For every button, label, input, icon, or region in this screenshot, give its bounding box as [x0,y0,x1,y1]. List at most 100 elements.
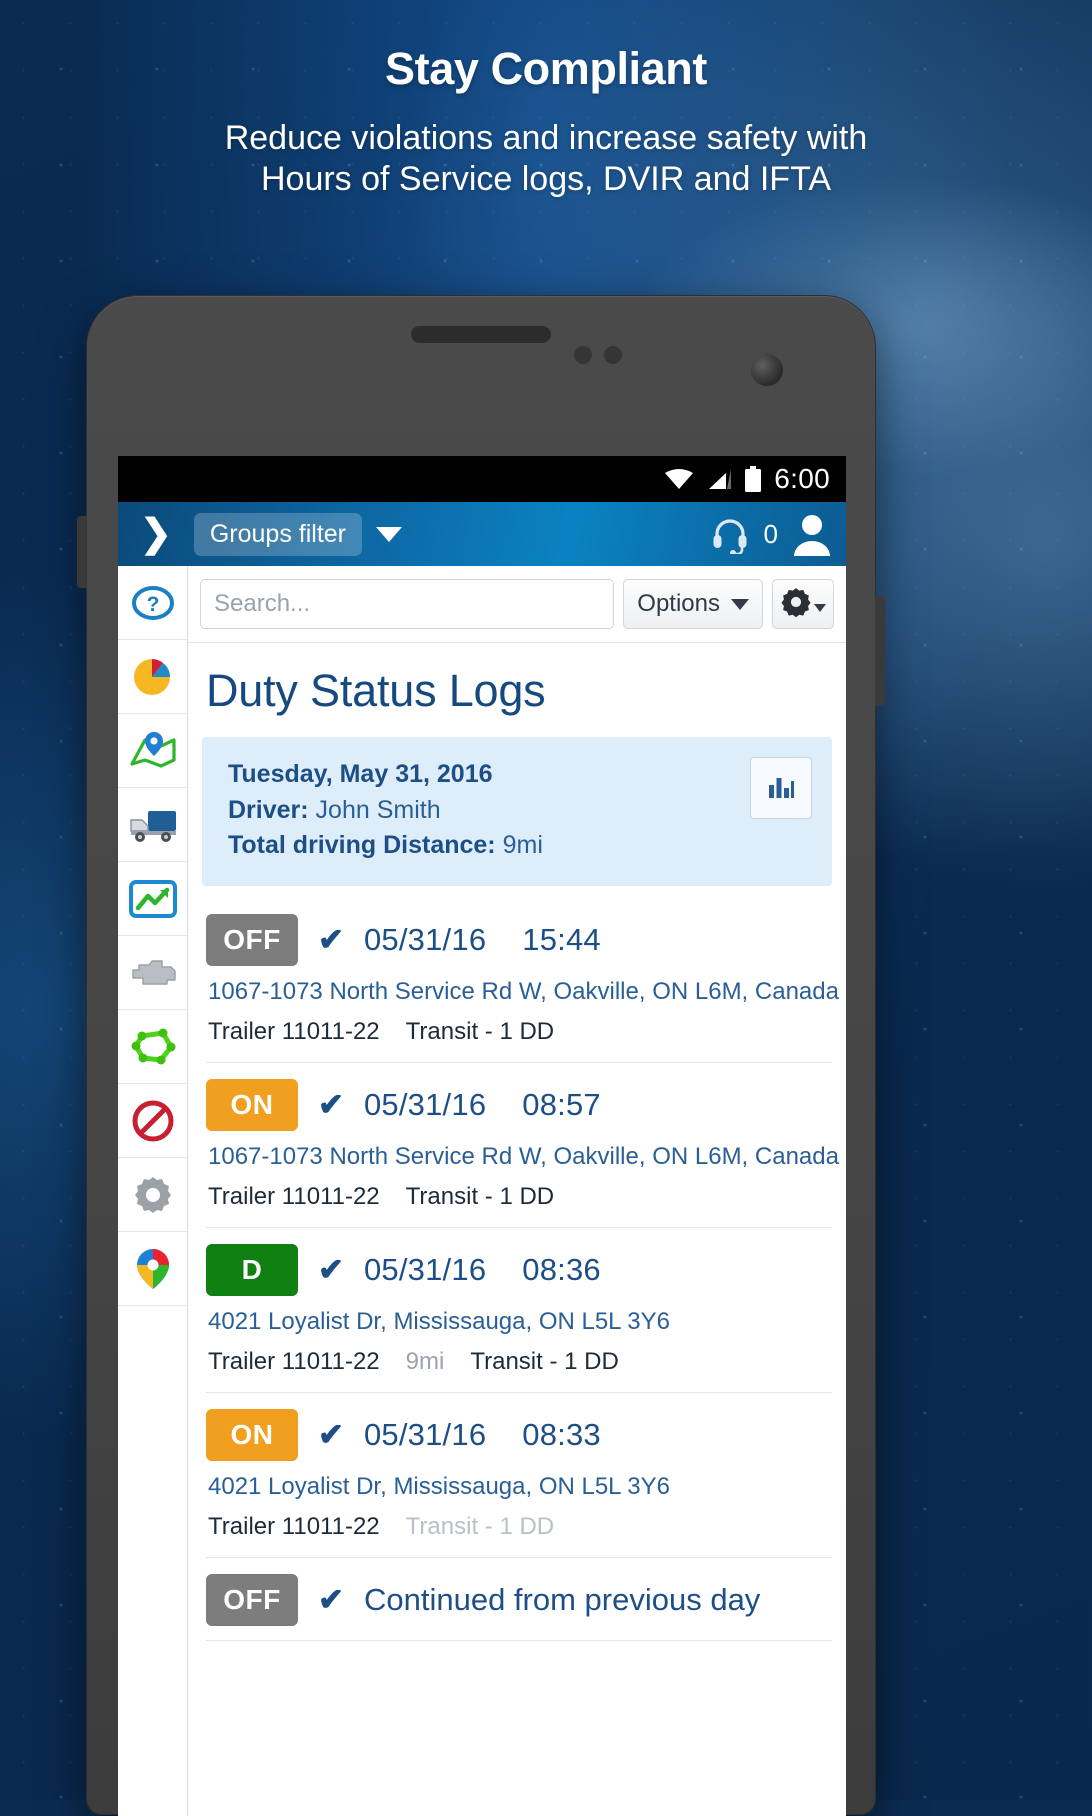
sidebar-item-map[interactable] [118,714,187,788]
log-time: 08:57 [522,1086,601,1122]
phone-screen: 6:00 ❯ Groups filter 0 ? Search... Optio… [118,456,846,1816]
headset-icon[interactable] [710,514,750,556]
log-row[interactable]: OFF ✔ 05/31/16 15:44 1067-1073 North Service… [206,898,839,1063]
log-distance: 9mi [405,1347,445,1375]
engine-icon [129,958,177,988]
sidebar-nav: ? [118,566,188,1816]
log-meta: Trailer 11011-22 Transit - 1 DD [206,1006,832,1048]
sidebar-item-vehicles[interactable] [118,788,187,862]
svg-text:?: ? [146,593,159,616]
phone-front-camera-icon [751,354,783,386]
log-time: 15:44 [522,921,601,957]
log-row-header: ON ✔ 05/31/16 08:33 [206,1408,832,1461]
log-address: 4021 Loyalist Dr, Mississauga, ON L5L 3Y… [208,1472,671,1500]
log-row-header: D ✔ 05/31/16 08:36 [206,1243,832,1296]
app-header-bar: ❯ Groups filter 0 [118,502,846,566]
log-row[interactable]: OFF ✔ Continued from previous day [206,1558,832,1641]
sidebar-item-dashboard[interactable] [118,640,187,714]
wifi-icon [664,468,694,490]
status-badge: ON [206,1408,298,1461]
settings-menu-button[interactable] [772,579,834,629]
message-count: 0 [763,518,778,549]
phone-mockup: 6:00 ❯ Groups filter 0 ? Search... Optio… [77,295,885,1816]
promo-subtitle-line-1: Reduce violations and increase safety wi… [224,118,868,157]
search-input[interactable]: Search... [200,579,615,629]
truck-icon [128,807,178,843]
log-row[interactable]: ON ✔ 05/31/16 08:33 4021 Loyalist Dr, Missis… [206,1393,832,1558]
summary-driver-label: Driver: [228,795,309,824]
log-address: 1067-1073 North Service Rd W, Oakville, … [208,1142,839,1170]
log-trailer: Trailer 11011-22 [208,1017,380,1045]
log-note: Transit - 1 DD [405,1017,555,1045]
map-pin-icon [129,730,177,772]
log-date: 05/31/16 [363,1416,487,1452]
log-meta: Trailer 11011-22 9mi Transit - 1 DD [206,1336,832,1378]
phone-volume-button [77,516,87,588]
log-row-header: OFF ✔ Continued from previous day [206,1573,832,1626]
status-badge: OFF [206,913,298,966]
promo-headline-block: Stay Compliant Reduce violations and inc… [0,44,1092,200]
main-content: Search... Options Duty Status Logs Tuesd… [188,566,846,1816]
log-trailer: Trailer 11011-22 [208,1182,380,1210]
options-button-label: Options [637,590,720,617]
chevron-right-icon[interactable]: ❯ [132,515,180,553]
status-badge: ON [206,1078,298,1131]
log-meta: Trailer 11011-22 Transit - 1 DD [206,1171,832,1213]
gear-icon [780,586,812,623]
status-badge: OFF [206,1573,298,1626]
log-summary-card: Tuesday, May 31, 2016 Driver: John Smith… [202,737,832,886]
signal-icon [706,468,732,490]
prohibited-icon [131,1099,175,1143]
log-continued-text: Continued from previous day [363,1581,761,1617]
log-row-header: ON ✔ 05/31/16 08:57 [206,1078,832,1131]
page-title: Duty Status Logs [206,665,546,716]
phone-power-button [875,596,885,706]
summary-distance-value: 9mi [502,831,543,859]
check-icon: ✔ [318,1087,344,1122]
sidebar-item-marketplace[interactable] [118,1232,187,1306]
check-icon: ✔ [318,1582,344,1617]
summary-distance-label: Total driving Distance: [228,831,496,859]
caret-down-icon [731,598,749,610]
sidebar-item-settings[interactable] [118,1158,187,1232]
log-date: 05/31/16 [363,921,487,957]
summary-chart-button[interactable] [750,757,812,819]
groups-filter-button[interactable]: Groups filter [193,512,363,556]
log-trailer: Trailer 11011-22 [208,1512,380,1540]
duty-status-log-list: OFF ✔ 05/31/16 15:44 1067-1073 North Service… [188,898,846,1641]
question-circle-icon: ? [131,581,175,625]
gear-icon [131,1173,175,1217]
sidebar-item-zones[interactable] [118,1010,187,1084]
log-row[interactable]: D ✔ 05/31/16 08:36 4021 Loyalist Dr, Mississ… [206,1228,832,1393]
check-icon: ✔ [318,922,344,957]
sidebar-item-engine[interactable] [118,936,187,1010]
log-note: Transit - 1 DD [470,1347,619,1375]
caret-down-icon[interactable] [376,526,403,542]
content-toolbar: Search... Options [188,566,846,643]
log-summary-lines: Tuesday, May 31, 2016 Driver: John Smith… [228,757,750,864]
line-chart-icon [128,879,177,919]
log-row[interactable]: ON ✔ 05/31/16 08:57 1067-1073 North Service … [206,1063,839,1228]
log-date: 05/31/16 [363,1086,487,1122]
log-meta: Trailer 11011-22 Transit - 1 DD [206,1501,832,1543]
promo-title: Stay Compliant [385,43,707,94]
log-time: 08:33 [522,1416,601,1452]
phone-sensor-icon [574,346,592,364]
log-row-header: OFF ✔ 05/31/16 15:44 [206,913,832,966]
log-time: 08:36 [522,1251,601,1287]
caret-down-icon [814,604,826,612]
pie-chart-icon [130,655,176,699]
options-button[interactable]: Options [623,579,763,629]
check-icon: ✔ [318,1417,344,1452]
polygon-zone-icon [130,1027,176,1067]
status-badge: D [206,1243,298,1296]
battery-icon [744,466,762,492]
status-bar: 6:00 [118,456,846,502]
log-note: Transit - 1 DD [405,1182,555,1210]
color-pin-icon [133,1247,173,1291]
log-trailer: Trailer 11011-22 [208,1347,380,1375]
user-avatar-icon[interactable] [792,512,832,556]
sidebar-item-rules[interactable] [118,1084,187,1158]
sidebar-item-activity[interactable] [118,862,187,936]
sidebar-item-help[interactable]: ? [118,566,187,640]
